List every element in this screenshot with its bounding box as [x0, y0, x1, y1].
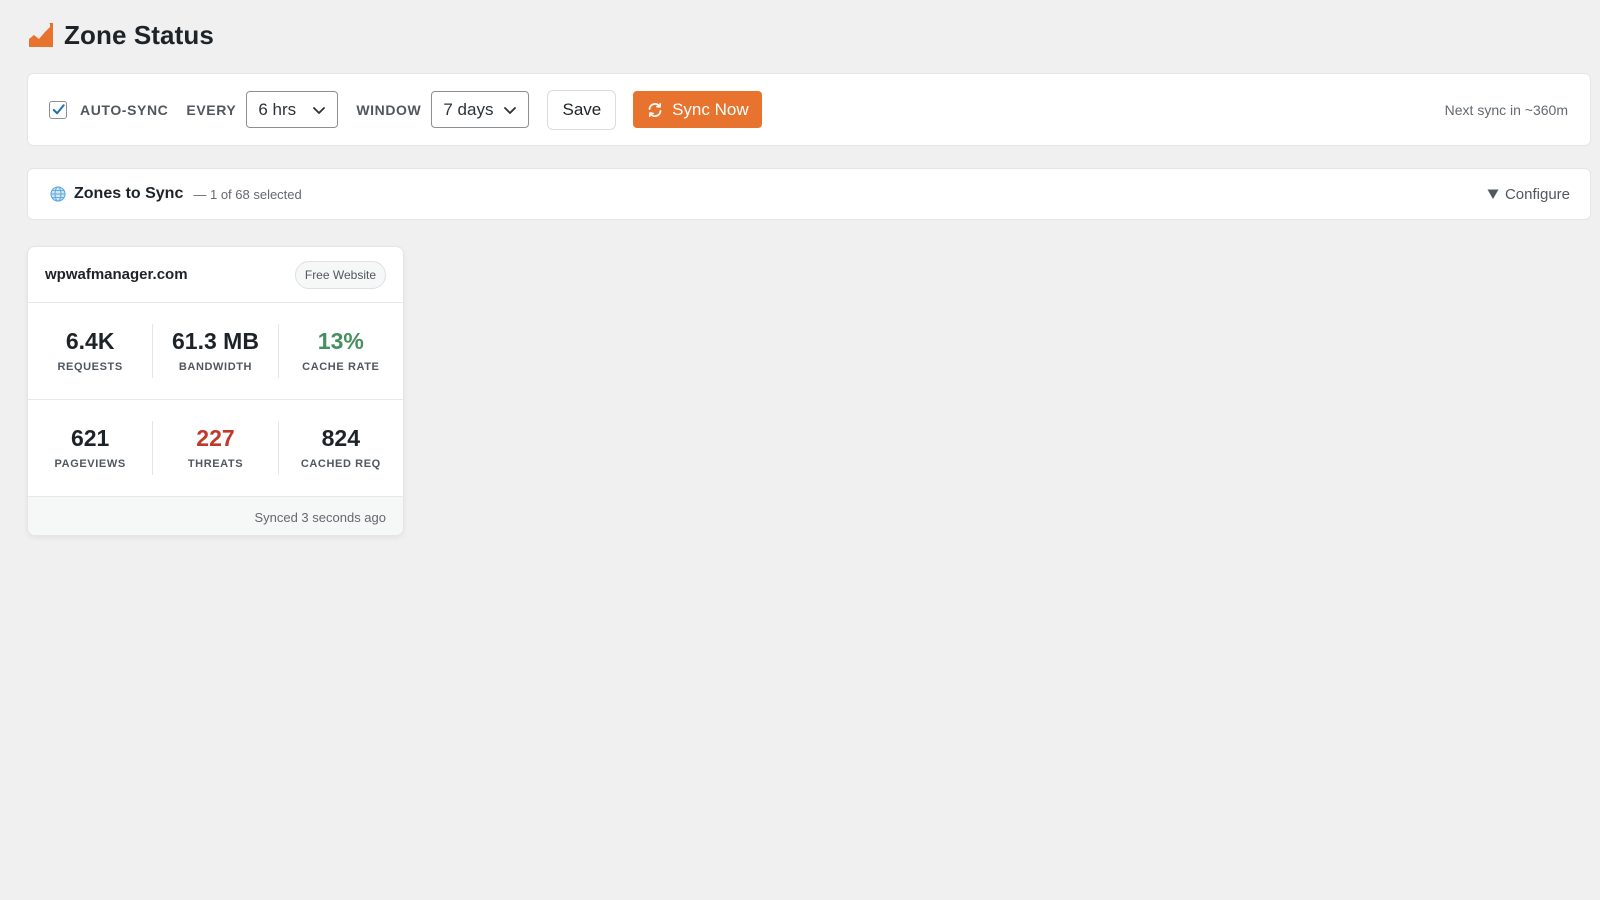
configure-label: Configure — [1504, 185, 1570, 203]
stat-value: 227 — [196, 424, 235, 451]
page-header: Zone Status — [28, 18, 214, 52]
stat-label: CACHED REQ — [300, 457, 381, 470]
chevron-down-icon — [504, 106, 517, 114]
stat-value: 824 — [321, 424, 360, 451]
zones-selected-count: — 1 of 68 selected — [193, 186, 302, 202]
stats-row-traffic: 6.4K REQUESTS 61.3 MB BANDWIDTH 13% CACH… — [28, 303, 403, 400]
sync-interval-value: 6 hrs — [258, 99, 297, 119]
zone-card-header: wpwafmanager.com Free Website — [28, 247, 403, 303]
globe-icon — [50, 186, 66, 202]
stat-value: 61.3 MB — [172, 327, 259, 354]
triangle-down-icon — [1487, 189, 1499, 199]
stat-value: 13% — [317, 327, 364, 354]
zone-card-footer: Synced 3 seconds ago — [28, 497, 403, 535]
stat-value: 6.4K — [65, 327, 115, 354]
last-synced-text: Synced 3 seconds ago — [254, 509, 386, 525]
stat-label: REQUESTS — [57, 360, 123, 373]
stat-label: PAGEVIEWS — [54, 457, 126, 470]
next-sync-status: Next sync in ~360m — [1444, 101, 1568, 118]
sync-now-button[interactable]: Sync Now — [633, 91, 763, 128]
stat-label: CACHE RATE — [302, 360, 380, 373]
auto-sync-checkbox[interactable] — [49, 100, 67, 119]
stat-threats: 227 THREATS — [152, 421, 277, 475]
plan-badge: Free Website — [294, 260, 386, 289]
zones-to-sync-bar: Zones to Sync — 1 of 68 selected Configu… — [27, 168, 1591, 220]
stats-row-security: 621 PAGEVIEWS 227 THREATS 824 CACHED REQ — [28, 400, 403, 497]
stat-cache-rate: 13% CACHE RATE — [277, 324, 403, 378]
zones-to-sync-title: Zones to Sync — [74, 185, 184, 202]
chart-growth-icon — [29, 23, 53, 47]
page-title: Zone Status — [64, 19, 214, 50]
zone-name: wpwafmanager.com — [45, 266, 188, 283]
checkmark-icon — [52, 104, 65, 115]
zone-card: wpwafmanager.com Free Website 6.4K REQUE… — [27, 246, 404, 536]
refresh-icon — [648, 102, 662, 117]
stat-bandwidth: 61.3 MB BANDWIDTH — [152, 324, 277, 378]
stat-requests: 6.4K REQUESTS — [28, 324, 152, 378]
sync-window-select[interactable]: 7 days — [431, 91, 530, 128]
stat-pageviews: 621 PAGEVIEWS — [28, 421, 152, 475]
sync-controls-bar: AUTO-SYNC EVERY 6 hrs WINDOW 7 days Save… — [27, 73, 1591, 146]
chevron-down-icon — [313, 106, 326, 114]
stat-cached-requests: 824 CACHED REQ — [277, 421, 403, 475]
configure-toggle[interactable]: Configure — [1487, 186, 1570, 203]
save-button[interactable]: Save — [547, 89, 617, 130]
stat-value: 621 — [70, 424, 110, 451]
stat-label: THREATS — [187, 457, 244, 470]
sync-interval-select[interactable]: 6 hrs — [246, 91, 339, 128]
sync-now-label: Sync Now — [672, 99, 749, 119]
every-label: EVERY — [186, 101, 237, 118]
sync-window-value: 7 days — [443, 99, 494, 119]
auto-sync-label: AUTO-SYNC — [80, 101, 169, 118]
window-label: WINDOW — [356, 101, 422, 118]
stat-label: BANDWIDTH — [178, 360, 253, 373]
